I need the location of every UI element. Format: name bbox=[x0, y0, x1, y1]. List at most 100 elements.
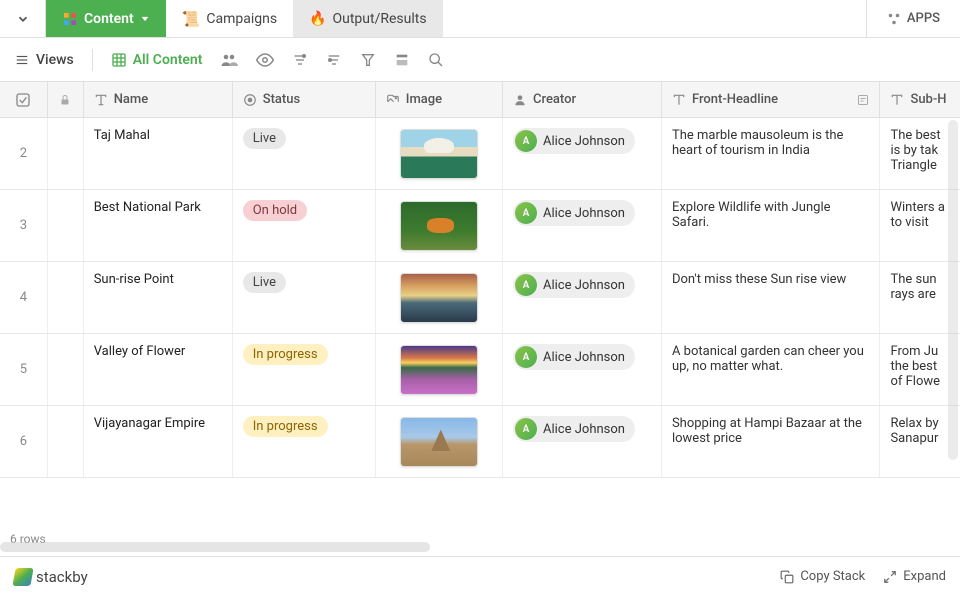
cell-image[interactable] bbox=[376, 190, 503, 261]
row-number: 3 bbox=[0, 190, 48, 261]
cell-creator[interactable]: AAlice Johnson bbox=[503, 334, 662, 405]
cell-status[interactable]: On hold bbox=[233, 190, 376, 261]
column-front-label: Front-Headline bbox=[692, 92, 778, 107]
image-thumbnail bbox=[400, 345, 478, 395]
column-front-headline[interactable]: Front-Headline bbox=[662, 82, 881, 117]
creator-chip: AAlice Johnson bbox=[513, 344, 635, 370]
row-height-icon[interactable] bbox=[394, 52, 410, 68]
avatar-icon: A bbox=[515, 274, 537, 296]
avatar-icon: A bbox=[515, 202, 537, 224]
tab-content[interactable]: Content bbox=[46, 0, 166, 37]
cell-front-headline[interactable]: A botanical garden can cheer you up, no … bbox=[662, 334, 881, 405]
cell-image[interactable] bbox=[376, 262, 503, 333]
row-number: 4 bbox=[0, 262, 48, 333]
status-pill: Live bbox=[243, 272, 286, 293]
all-content-view[interactable]: All Content bbox=[111, 52, 203, 68]
table-row[interactable]: 4 Sun-rise Point Live AAlice Johnson Don… bbox=[0, 262, 960, 334]
cell-status[interactable]: Live bbox=[233, 262, 376, 333]
image-thumbnail bbox=[400, 273, 478, 323]
cell-image[interactable] bbox=[376, 118, 503, 189]
creator-chip: AAlice Johnson bbox=[513, 128, 635, 154]
cell-image[interactable] bbox=[376, 406, 503, 477]
cell-front-headline[interactable]: The marble mausoleum is the heart of tou… bbox=[662, 118, 881, 189]
cell-status[interactable]: In progress bbox=[233, 406, 376, 477]
tab-output[interactable]: 🔥 Output/Results bbox=[293, 0, 443, 37]
table-row[interactable]: 5 Valley of Flower In progress AAlice Jo… bbox=[0, 334, 960, 406]
column-status[interactable]: Status bbox=[233, 82, 376, 117]
collaborators-icon[interactable] bbox=[220, 51, 238, 69]
column-status-label: Status bbox=[263, 92, 300, 107]
cell-name[interactable]: Vijayanagar Empire bbox=[84, 406, 233, 477]
views-button[interactable]: Views bbox=[14, 52, 74, 68]
row-number: 2 bbox=[0, 118, 48, 189]
status-pill: In progress bbox=[243, 344, 328, 365]
column-image[interactable]: Image bbox=[376, 82, 503, 117]
cell-status[interactable]: In progress bbox=[233, 334, 376, 405]
table-row[interactable]: 6 Vijayanagar Empire In progress AAlice … bbox=[0, 406, 960, 478]
expand-label: Expand bbox=[903, 569, 946, 584]
stackby-logo-icon bbox=[12, 568, 33, 586]
column-name[interactable]: Name bbox=[84, 82, 233, 117]
tab-output-label: Output/Results bbox=[333, 11, 427, 27]
row-lock-cell bbox=[48, 190, 84, 261]
tab-campaigns[interactable]: 📜 Campaigns bbox=[166, 0, 293, 37]
table-row[interactable]: 2 Taj Mahal Live AAlice Johnson The marb… bbox=[0, 118, 960, 190]
views-label: Views bbox=[36, 52, 74, 68]
cell-name[interactable]: Sun-rise Point bbox=[84, 262, 233, 333]
apps-label: APPS bbox=[907, 11, 940, 26]
avatar-icon: A bbox=[515, 346, 537, 368]
cell-front-headline[interactable]: Don't miss these Sun rise view bbox=[662, 262, 881, 333]
filter-1-icon[interactable] bbox=[292, 52, 308, 68]
filter-2-icon[interactable] bbox=[326, 52, 342, 68]
cell-image[interactable] bbox=[376, 334, 503, 405]
row-lock-cell bbox=[48, 406, 84, 477]
creator-chip: AAlice Johnson bbox=[513, 200, 635, 226]
column-image-label: Image bbox=[406, 92, 442, 107]
vertical-scrollbar[interactable] bbox=[948, 120, 958, 460]
brand-logo[interactable]: stackby bbox=[14, 568, 88, 586]
cell-status[interactable]: Live bbox=[233, 118, 376, 189]
column-name-label: Name bbox=[114, 92, 149, 107]
image-thumbnail bbox=[400, 129, 478, 179]
scroll-icon: 📜 bbox=[182, 10, 201, 28]
apps-button[interactable]: APPS bbox=[866, 0, 960, 37]
horizontal-scrollbar[interactable] bbox=[0, 542, 430, 552]
image-thumbnail bbox=[400, 201, 478, 251]
row-number: 6 bbox=[0, 406, 48, 477]
status-pill: Live bbox=[243, 128, 286, 149]
creator-chip: AAlice Johnson bbox=[513, 272, 635, 298]
search-icon[interactable] bbox=[428, 52, 444, 68]
avatar-icon: A bbox=[515, 130, 537, 152]
avatar-icon: A bbox=[515, 418, 537, 440]
cell-front-headline[interactable]: Explore Wildlife with Jungle Safari. bbox=[662, 190, 881, 261]
cell-name[interactable]: Taj Mahal bbox=[84, 118, 233, 189]
cell-creator[interactable]: AAlice Johnson bbox=[503, 262, 662, 333]
status-pill: In progress bbox=[243, 416, 328, 437]
cell-creator[interactable]: AAlice Johnson bbox=[503, 190, 662, 261]
filter-3-icon[interactable] bbox=[360, 52, 376, 68]
collapse-toggle[interactable] bbox=[0, 0, 46, 37]
row-lock-cell bbox=[48, 334, 84, 405]
status-pill: On hold bbox=[243, 200, 307, 221]
visibility-icon[interactable] bbox=[256, 51, 274, 69]
table-row[interactable]: 3 Best National Park On hold AAlice John… bbox=[0, 190, 960, 262]
row-lock-cell bbox=[48, 118, 84, 189]
column-creator[interactable]: Creator bbox=[503, 82, 662, 117]
cell-creator[interactable]: AAlice Johnson bbox=[503, 118, 662, 189]
column-checkbox[interactable] bbox=[0, 82, 48, 117]
cell-front-headline[interactable]: Shopping at Hampi Bazaar at the lowest p… bbox=[662, 406, 881, 477]
fire-icon: 🔥 bbox=[309, 11, 326, 27]
all-content-label: All Content bbox=[133, 52, 203, 68]
row-number: 5 bbox=[0, 334, 48, 405]
column-lock bbox=[48, 82, 84, 117]
copy-stack-label: Copy Stack bbox=[800, 569, 865, 584]
cell-name[interactable]: Best National Park bbox=[84, 190, 233, 261]
column-creator-label: Creator bbox=[533, 92, 576, 107]
cell-creator[interactable]: AAlice Johnson bbox=[503, 406, 662, 477]
tab-campaigns-label: Campaigns bbox=[206, 11, 277, 27]
row-lock-cell bbox=[48, 262, 84, 333]
expand-button[interactable]: Expand bbox=[883, 569, 946, 584]
cell-name[interactable]: Valley of Flower bbox=[84, 334, 233, 405]
column-sub-headline[interactable]: Sub-H bbox=[880, 82, 960, 117]
copy-stack-button[interactable]: Copy Stack bbox=[780, 569, 865, 584]
